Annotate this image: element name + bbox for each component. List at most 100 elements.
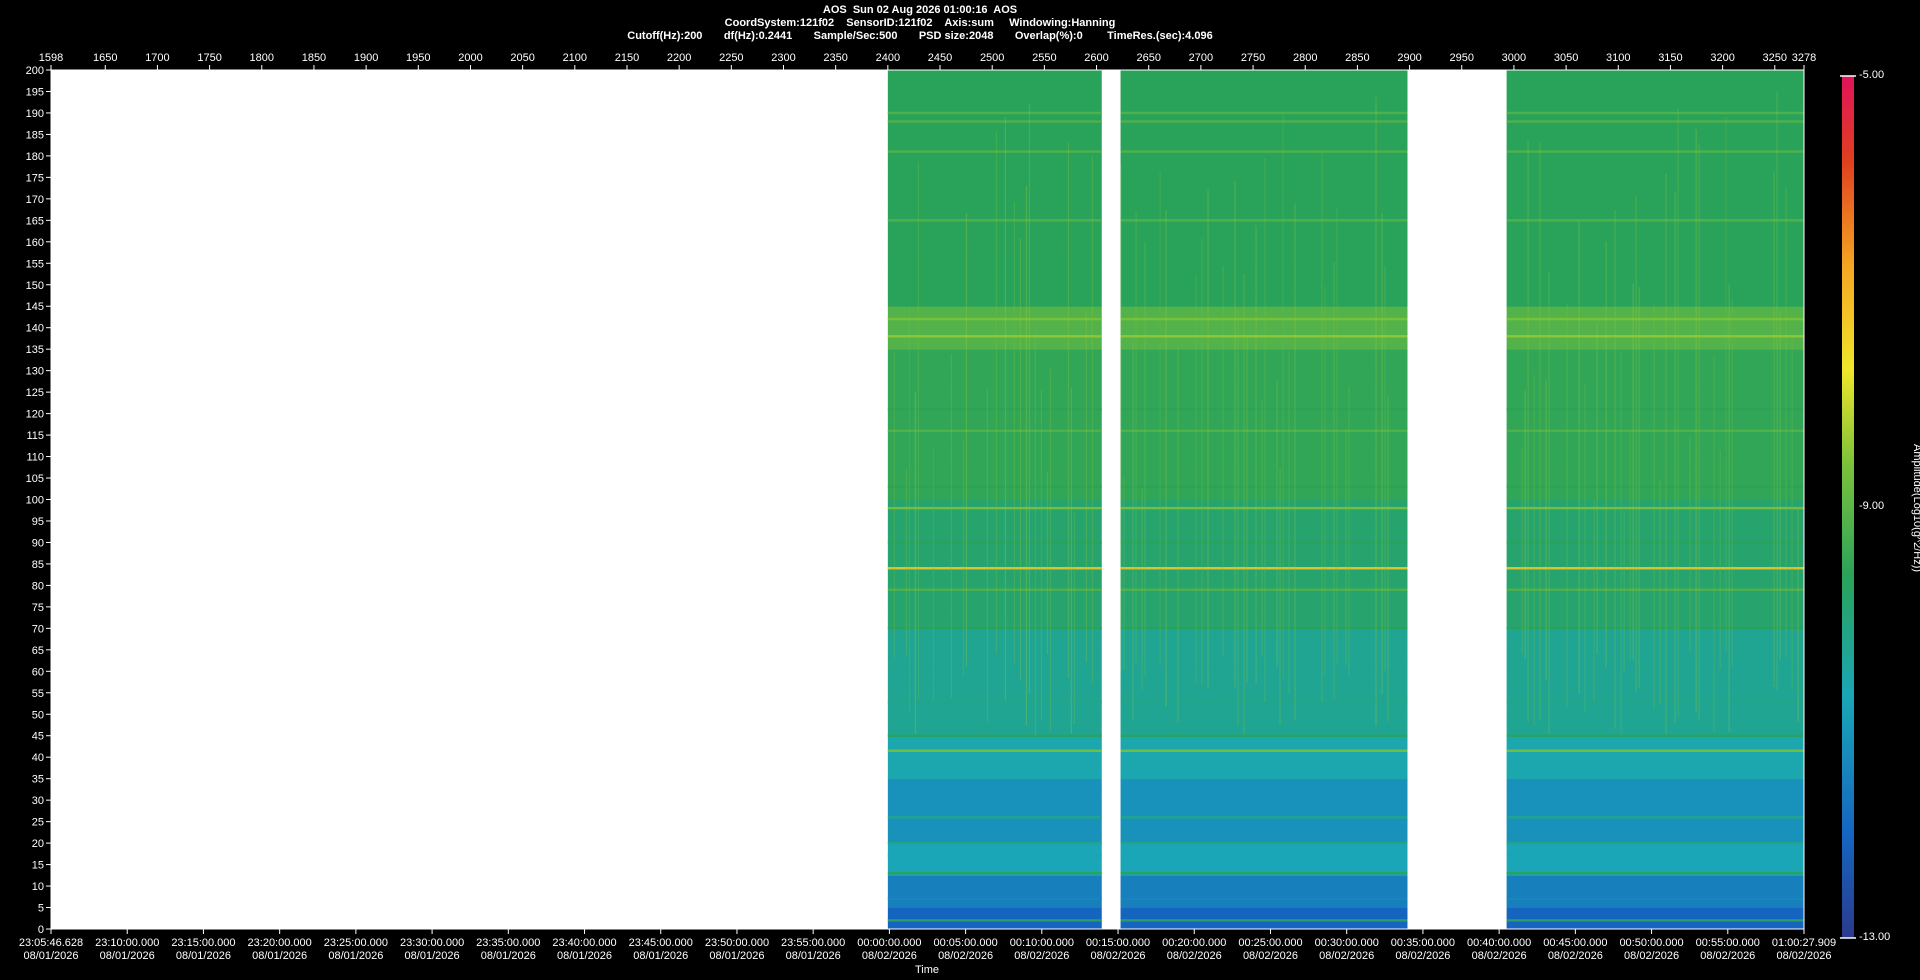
- x-tick-date: 08/02/2026: [1624, 950, 1679, 962]
- broadband-streak: [1578, 221, 1580, 695]
- spectral-line: [887, 588, 1102, 591]
- spectral-band: [1506, 284, 1804, 296]
- x-tick-date: 08/01/2026: [481, 950, 536, 962]
- broadband-streak: [1728, 284, 1730, 733]
- broadband-streak: [1713, 357, 1715, 732]
- spectral-band: [1120, 70, 1408, 82]
- top-tick-label: 2800: [1293, 52, 1317, 64]
- top-tick-label: 1700: [145, 52, 169, 64]
- broadband-streak: [1264, 158, 1266, 703]
- broadband-streak: [1070, 388, 1072, 734]
- spectral-band: [1120, 123, 1408, 135]
- data-segments: [887, 70, 1804, 930]
- y-tick-label: 90: [32, 537, 44, 549]
- x-tick-time: 23:35:00.000: [476, 937, 540, 949]
- broadband-streak: [1040, 389, 1042, 721]
- top-tick-label: 2450: [928, 52, 952, 64]
- broadband-streak: [1004, 117, 1006, 701]
- broadband-streak: [1028, 103, 1030, 694]
- spectral-line: [887, 485, 1102, 488]
- top-tick-label: 1950: [406, 52, 430, 64]
- spectral-band: [1506, 456, 1804, 468]
- spectral-band: [1506, 907, 1804, 919]
- spectral-band: [887, 789, 1102, 801]
- spectral-band: [887, 70, 1102, 82]
- spectral-band: [887, 671, 1102, 683]
- spectral-band: [1506, 70, 1804, 82]
- spectral-band: [887, 413, 1102, 425]
- broadband-streak: [1234, 181, 1236, 688]
- broadband-streak: [1731, 299, 1733, 666]
- spectral-line: [1506, 919, 1804, 922]
- spectral-line: [887, 408, 1102, 411]
- spectral-line: [1120, 588, 1408, 591]
- broadband-streak: [1596, 324, 1598, 655]
- y-tick-label: 0: [38, 924, 44, 936]
- broadband-streak: [995, 131, 997, 654]
- spectral-line: [1120, 317, 1408, 321]
- spectral-band: [887, 596, 1102, 608]
- spectral-band: [887, 542, 1102, 554]
- top-tick-label: 3278: [1792, 52, 1816, 64]
- broadband-streak: [1085, 310, 1087, 663]
- broadband-streak: [1144, 241, 1146, 677]
- spectral-band: [1506, 177, 1804, 189]
- spectral-band: [1120, 231, 1408, 243]
- spectral-line: [1120, 506, 1408, 510]
- broadband-streak: [914, 392, 916, 734]
- spectral-line: [1506, 897, 1804, 901]
- spectral-line: [1120, 627, 1408, 630]
- x-tick-time: 23:50:00.000: [705, 937, 769, 949]
- spectral-line: [1506, 841, 1804, 845]
- spectral-band: [1506, 703, 1804, 715]
- y-tick-label: 15: [32, 860, 44, 872]
- data-segment-3: [1506, 70, 1804, 930]
- spectral-band: [887, 231, 1102, 243]
- x-tick-time: 00:10:00.000: [1010, 937, 1074, 949]
- broadband-streak: [1195, 275, 1197, 685]
- spectral-band: [1506, 606, 1804, 619]
- spectral-band: [1120, 542, 1408, 554]
- spectral-line: [1120, 111, 1408, 115]
- spectral-band: [1120, 134, 1408, 146]
- spectral-band: [887, 553, 1102, 565]
- spectrogram-chart[interactable]: 1598 1650 1700 1750 1800 1850 1900 1950 2000 2050…: [0, 0, 1920, 980]
- spectral-band: [887, 359, 1102, 372]
- x-tick-date: 08/01/2026: [23, 950, 78, 962]
- spectral-line: [1506, 627, 1804, 630]
- broadband-streak: [1034, 330, 1036, 736]
- spectral-line: [1120, 700, 1408, 703]
- x-tick-time: 23:15:00.000: [171, 937, 235, 949]
- spectral-line: [887, 734, 1102, 737]
- spectral-line: [1120, 816, 1408, 819]
- spectral-band: [1120, 188, 1408, 200]
- y-tick-label: 200: [26, 65, 44, 77]
- spectral-band: [1506, 123, 1804, 135]
- spectral-band: [1506, 488, 1804, 500]
- broadband-streak: [1638, 287, 1640, 688]
- x-tick-date: 08/02/2026: [1395, 950, 1450, 962]
- spectral-line: [1506, 120, 1804, 123]
- spectral-band: [887, 606, 1102, 619]
- spectral-band: [1506, 746, 1804, 758]
- spectral-band: [1120, 155, 1408, 168]
- spectral-band: [887, 907, 1102, 919]
- spectral-band: [1120, 392, 1408, 404]
- x-tick-time: 00:25:00.000: [1238, 937, 1302, 949]
- spectral-line: [887, 627, 1102, 630]
- top-tick-label: 2100: [563, 52, 587, 64]
- spectral-band: [1506, 682, 1804, 694]
- broadband-streak: [932, 446, 934, 702]
- spectral-line: [1506, 317, 1804, 321]
- x-tick-date: 08/02/2026: [862, 950, 917, 962]
- spectral-band: [1120, 306, 1408, 318]
- spectral-line: [1120, 335, 1408, 338]
- x-tick-time: 00:30:00.000: [1315, 937, 1379, 949]
- broadband-streak: [1773, 171, 1775, 687]
- spectral-band: [1506, 757, 1804, 769]
- x-tick-date: 08/01/2026: [557, 950, 612, 962]
- spectral-band: [1506, 349, 1804, 361]
- y-tick-label: 150: [26, 280, 44, 292]
- y-tick-label: 60: [32, 666, 44, 678]
- y-tick-label: 130: [26, 366, 44, 378]
